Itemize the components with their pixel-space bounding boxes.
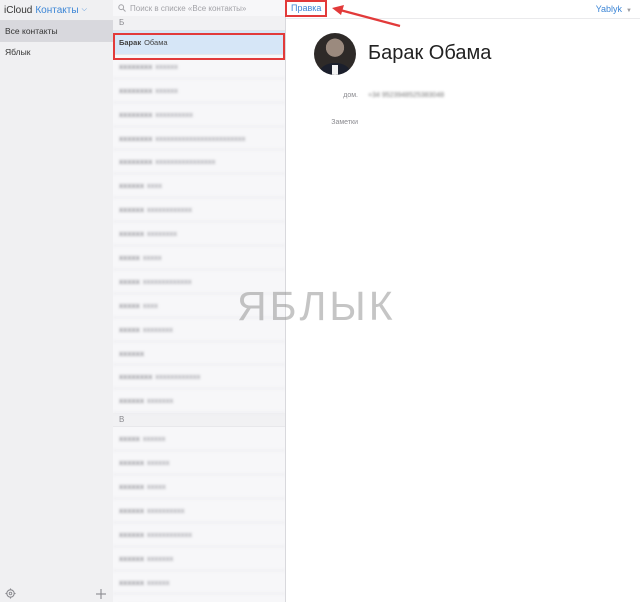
contact-row-redacted[interactable]: xxxxxxxxxxxxxx bbox=[113, 594, 285, 602]
phone-value-redacted: +34 9523948525383048 bbox=[368, 92, 445, 99]
contact-row-redacted[interactable]: xxxxxxxxxxxxxx bbox=[113, 222, 285, 247]
contact-row-redacted[interactable]: xxxxxx xxxxxx bbox=[113, 571, 285, 595]
annotation-highlight-edit bbox=[285, 0, 327, 17]
contact-row-redacted[interactable]: xxxxxxxxxxxxx bbox=[113, 547, 285, 571]
contact-name: Барак Обама bbox=[368, 42, 492, 64]
contact-row-redacted[interactable]: xxxxxxxxxx bbox=[113, 246, 285, 270]
avatar bbox=[314, 33, 356, 75]
sidebar-footer bbox=[0, 582, 113, 602]
gear-icon[interactable] bbox=[5, 588, 16, 599]
plus-icon[interactable] bbox=[96, 589, 106, 599]
contact-row-redacted[interactable]: xxxxxxxxxxxxxxxxxx bbox=[113, 103, 285, 127]
chevron-down-icon[interactable]: ⌵ bbox=[82, 6, 87, 14]
contact-row-redacted[interactable]: xxxxxxxxxxxxxxxxxx bbox=[113, 198, 285, 223]
phone-label: дом. bbox=[343, 92, 358, 99]
group-yablyk[interactable]: Яблык bbox=[0, 41, 113, 62]
contact-row-redacted[interactable]: xxxxxx bbox=[113, 342, 285, 366]
user-name: Yablyk bbox=[595, 4, 623, 14]
contact-row-redacted[interactable]: xxxxxxxxxxxxx bbox=[113, 389, 285, 414]
search-field[interactable]: Поиск в списке «Все контакты» bbox=[113, 0, 285, 16]
contact-row-redacted[interactable]: xxxxxxxxxxxxxxxxxx bbox=[113, 523, 285, 547]
sidebar: iCloud Контакты ⌵ Все контакты Яблык bbox=[0, 0, 114, 602]
section-header-b: Б bbox=[113, 16, 285, 31]
user-menu[interactable]: Yablyk ▼ bbox=[596, 4, 632, 14]
contact-row-redacted[interactable]: xxxxxxxx xxxxxxxxxxxx bbox=[113, 365, 285, 390]
notes-label: Заметки bbox=[331, 119, 358, 126]
section-header-v: В bbox=[113, 413, 285, 428]
search-placeholder: Поиск в списке «Все контакты» bbox=[130, 3, 247, 13]
icloud-brand: iCloud bbox=[4, 4, 33, 16]
contact-row-redacted[interactable]: xxxxxxxxxxxxxx bbox=[113, 79, 285, 103]
group-all-contacts[interactable]: Все контакты bbox=[0, 20, 113, 41]
contact-row-selected[interactable]: Барак Обама bbox=[113, 31, 285, 55]
contact-row-redacted[interactable]: xxxxxxxxxxxxxx bbox=[113, 55, 285, 79]
watermark: ЯБЛЫК bbox=[237, 283, 396, 329]
contact-row-redacted[interactable]: xxxxxxxxxxx bbox=[113, 427, 285, 452]
contact-row-redacted[interactable]: xxxxxxxx xxxxxxxxxxxxxxxx bbox=[113, 150, 285, 175]
contact-first-name: Барак bbox=[119, 37, 142, 47]
contact-row-redacted[interactable]: xxxxxxxxxx bbox=[113, 174, 285, 199]
section-letter-v: В bbox=[119, 415, 125, 425]
contact-row-redacted[interactable]: xxxxxxxxxxx bbox=[113, 475, 285, 499]
contact-last-name: Обама bbox=[144, 37, 168, 47]
contacts-app-menu[interactable]: Контакты bbox=[35, 5, 78, 16]
search-icon bbox=[118, 4, 126, 12]
chevron-down-icon: ▼ bbox=[626, 8, 632, 14]
sidebar-header: iCloud Контакты ⌵ bbox=[0, 0, 113, 20]
contact-row-redacted[interactable]: xxxxxx xxxxxxxxxx bbox=[113, 499, 285, 523]
annotation-arrow bbox=[332, 5, 401, 28]
contact-row-redacted[interactable]: xxxxxxxx xxxxxxxxxxxxxxxxxxxxxxxx bbox=[113, 127, 285, 151]
contact-row-redacted[interactable]: xxxxxx xxxxxx bbox=[113, 451, 285, 476]
